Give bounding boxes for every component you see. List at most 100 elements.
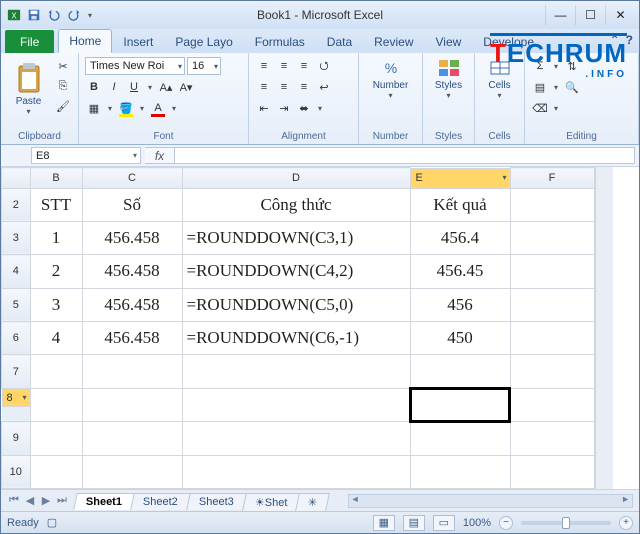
font-color-button[interactable]: A: [149, 99, 167, 117]
border-button[interactable]: ▦: [85, 99, 103, 117]
sheet-nav-last-icon[interactable]: ⏭: [55, 494, 69, 508]
cell[interactable]: [82, 422, 182, 455]
zoom-out-button[interactable]: −: [499, 516, 513, 530]
sheet-tab-1[interactable]: Sheet1: [73, 493, 135, 510]
number-format-button[interactable]: % Number▾: [367, 57, 415, 101]
cell[interactable]: [182, 455, 410, 489]
undo-icon[interactable]: [45, 6, 63, 24]
font-name-select[interactable]: Times New Roi: [85, 57, 185, 75]
close-button[interactable]: ✕: [605, 5, 635, 25]
row-header[interactable]: 2: [2, 188, 31, 221]
cell[interactable]: [182, 422, 410, 455]
sheet-tab-3[interactable]: Sheet3: [186, 493, 246, 510]
cell[interactable]: 456.458: [82, 322, 182, 355]
fill-color-button[interactable]: 🪣: [117, 99, 135, 117]
cell[interactable]: =ROUNDDOWN(C3,1): [182, 221, 410, 254]
col-header-d[interactable]: D: [182, 168, 410, 189]
cell[interactable]: Công thức: [182, 188, 410, 221]
cell[interactable]: [410, 355, 510, 388]
italic-button[interactable]: I: [105, 78, 123, 96]
cell[interactable]: [510, 322, 594, 355]
align-bottom-icon[interactable]: ≡: [295, 57, 313, 75]
cell[interactable]: [30, 355, 82, 388]
view-page-break-icon[interactable]: ▭: [433, 515, 455, 531]
sheet-nav-first-icon[interactable]: ⏮: [7, 494, 21, 508]
cell[interactable]: 450: [410, 322, 510, 355]
align-middle-icon[interactable]: ≡: [275, 57, 293, 75]
row-header[interactable]: 5: [2, 288, 31, 321]
cell[interactable]: [510, 355, 594, 388]
cell[interactable]: [82, 455, 182, 489]
merge-center-icon[interactable]: ⬌: [295, 99, 313, 117]
increase-indent-icon[interactable]: ⇥: [275, 99, 293, 117]
cell[interactable]: [82, 388, 182, 421]
align-right-icon[interactable]: ≡: [295, 78, 313, 96]
cell[interactable]: [510, 455, 594, 489]
styles-button[interactable]: Styles▾: [429, 57, 469, 101]
paste-button[interactable]: Paste▾: [7, 57, 50, 121]
cell[interactable]: 456.45: [410, 255, 510, 288]
fill-icon[interactable]: ▤: [531, 78, 549, 96]
sheet-tab-2[interactable]: Sheet2: [130, 493, 190, 510]
row-header[interactable]: 4: [2, 255, 31, 288]
cell[interactable]: [510, 388, 594, 421]
align-top-icon[interactable]: ≡: [255, 57, 273, 75]
cell[interactable]: [82, 355, 182, 388]
formula-input[interactable]: [175, 147, 635, 164]
align-left-icon[interactable]: ≡: [255, 78, 273, 96]
cell[interactable]: 456.458: [82, 221, 182, 254]
find-select-icon[interactable]: 🔍: [563, 78, 581, 96]
sheet-nav-next-icon[interactable]: ▶: [39, 494, 53, 508]
fx-icon[interactable]: fx: [145, 147, 175, 164]
cell[interactable]: [182, 355, 410, 388]
cell[interactable]: [510, 288, 594, 321]
spreadsheet-grid[interactable]: B C D E F 2 STT Số Công thức Kết quả 3 1…: [1, 167, 639, 489]
cell[interactable]: 456.4: [410, 221, 510, 254]
insert-sheet-tab[interactable]: ✳: [295, 493, 330, 511]
sheet-nav-prev-icon[interactable]: ◀: [23, 494, 37, 508]
cell[interactable]: [410, 455, 510, 489]
clear-icon[interactable]: ⌫: [531, 99, 549, 117]
cell[interactable]: [30, 422, 82, 455]
cell[interactable]: 456: [410, 288, 510, 321]
cut-icon[interactable]: ✂: [54, 57, 72, 75]
sheet-tab-4[interactable]: ☀ Shet: [242, 493, 300, 511]
name-box[interactable]: E8: [31, 147, 141, 164]
cell[interactable]: STT: [30, 188, 82, 221]
cell[interactable]: 3: [30, 288, 82, 321]
tab-review[interactable]: Review: [363, 30, 424, 53]
save-icon[interactable]: [25, 6, 43, 24]
cell[interactable]: [510, 221, 594, 254]
decrease-indent-icon[interactable]: ⇤: [255, 99, 273, 117]
zoom-in-button[interactable]: +: [619, 516, 633, 530]
cell[interactable]: 2: [30, 255, 82, 288]
redo-icon[interactable]: [65, 6, 83, 24]
cell[interactable]: [510, 255, 594, 288]
row-header[interactable]: 8: [2, 389, 30, 407]
col-header-c[interactable]: C: [82, 168, 182, 189]
cell[interactable]: 456.458: [82, 255, 182, 288]
copy-icon[interactable]: ⎘: [54, 77, 72, 95]
qat-dropdown-icon[interactable]: ▾: [85, 11, 95, 20]
tab-view[interactable]: View: [425, 30, 473, 53]
row-header[interactable]: 7: [2, 355, 31, 388]
maximize-button[interactable]: ☐: [575, 5, 605, 25]
cell[interactable]: [510, 422, 594, 455]
col-header-b[interactable]: B: [30, 168, 82, 189]
horizontal-scrollbar[interactable]: [348, 494, 633, 508]
row-header[interactable]: 6: [2, 322, 31, 355]
tab-insert[interactable]: Insert: [112, 30, 164, 53]
underline-button[interactable]: U: [125, 78, 143, 96]
wrap-text-icon[interactable]: ↩: [315, 78, 333, 96]
tab-data[interactable]: Data: [316, 30, 363, 53]
align-center-icon[interactable]: ≡: [275, 78, 293, 96]
orientation-icon[interactable]: ⭯: [315, 57, 333, 75]
col-header-f[interactable]: F: [510, 168, 594, 189]
tab-page-layout[interactable]: Page Layo: [164, 30, 243, 53]
view-normal-icon[interactable]: ▦: [373, 515, 395, 531]
select-all-corner[interactable]: [2, 168, 31, 189]
increase-font-icon[interactable]: A▴: [157, 78, 175, 96]
tab-formulas[interactable]: Formulas: [244, 30, 316, 53]
row-header[interactable]: 3: [2, 221, 31, 254]
cell[interactable]: =ROUNDDOWN(C6,-1): [182, 322, 410, 355]
